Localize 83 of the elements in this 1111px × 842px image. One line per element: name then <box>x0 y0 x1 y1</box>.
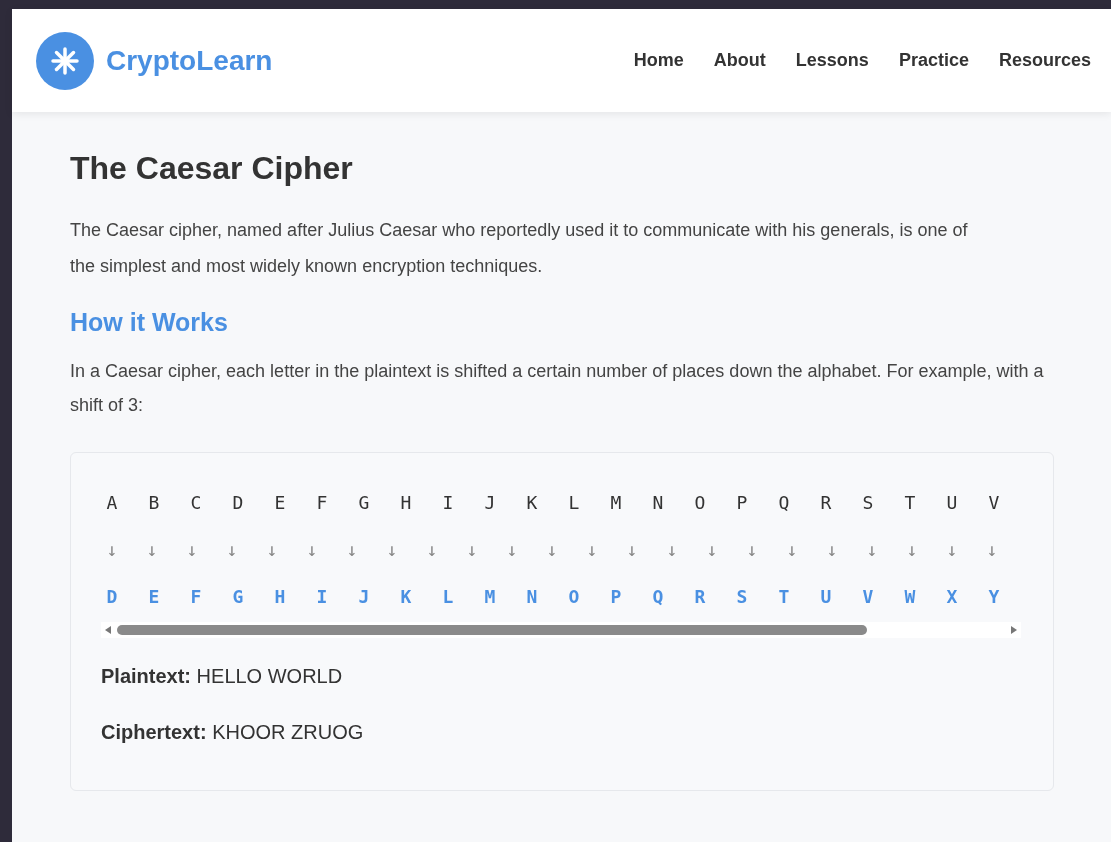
example-line: Ciphertext: KHOOR ZRUOG <box>101 720 365 745</box>
plain-letter: V <box>987 491 1001 515</box>
cipher-letter: L <box>441 585 455 609</box>
arrow-glyph: ↓ <box>585 538 599 562</box>
plain-letter: L <box>567 491 581 515</box>
cipher-letter: V <box>861 585 875 609</box>
asterisk-logo-icon <box>36 31 94 90</box>
page-title: The Caesar Cipher <box>70 149 354 188</box>
nav-link[interactable]: About <box>713 47 766 74</box>
plain-letter: D <box>231 491 245 515</box>
scrollbar-thumb[interactable] <box>117 625 867 635</box>
plain-letter: J <box>483 491 497 515</box>
plain-letter: Q <box>777 491 791 515</box>
plain-letter: F <box>315 491 329 515</box>
plain-letter: T <box>903 491 917 515</box>
arrow-glyph: ↓ <box>105 538 119 562</box>
cipher-letter: I <box>315 585 329 609</box>
cipher-letter: Y <box>987 585 1001 609</box>
plain-letter: I <box>441 491 455 515</box>
cipher-letter: S <box>735 585 749 609</box>
cipher-letter: U <box>819 585 833 609</box>
section-paragraph: In a Caesar cipher, each letter in the plaintext is shifted a certain number of places down the alphabet. For example, with a shift of 3: <box>70 360 1045 417</box>
plain-letter: H <box>399 491 413 515</box>
nav-link[interactable]: Practice <box>898 47 969 74</box>
cipher-letter: N <box>525 585 539 609</box>
arrow-glyph: ↓ <box>225 538 239 562</box>
plain-letter: G <box>357 491 371 515</box>
arrow-glyph: ↓ <box>665 538 679 562</box>
intro-paragraph: The Caesar cipher, named after Julius Caesar who reportedly used it to communicate with his generals, is one of the simplest and most widely known encryption techniques. <box>70 219 969 278</box>
plain-letter: A <box>105 491 119 515</box>
cipher-letter: H <box>273 585 287 609</box>
arrow-glyph: ↓ <box>305 538 319 562</box>
plain-letter: K <box>525 491 539 515</box>
plain-letter: O <box>693 491 707 515</box>
cipher-letter: T <box>777 585 791 609</box>
arrow-glyph: ↓ <box>705 538 719 562</box>
cipher-letter: W <box>903 585 917 609</box>
cipher-letter: G <box>231 585 245 609</box>
cipher-letter: M <box>483 585 497 609</box>
plain-letter: E <box>273 491 287 515</box>
horizontal-scrollbar[interactable] <box>101 622 1021 638</box>
plain-letter: M <box>609 491 623 515</box>
arrow-glyph: ↓ <box>945 538 959 562</box>
nav-link[interactable]: Home <box>633 47 684 74</box>
cipher-letter: R <box>693 585 707 609</box>
arrow-glyph: ↓ <box>825 538 839 562</box>
arrow-glyph: ↓ <box>185 538 199 562</box>
cipher-letter: P <box>609 585 623 609</box>
cipher-letter: J <box>357 585 371 609</box>
arrow-glyph: ↓ <box>985 538 999 562</box>
nav-link[interactable]: Lessons <box>795 47 869 74</box>
arrow-glyph: ↓ <box>905 538 919 562</box>
cipher-letter: D <box>105 585 119 609</box>
cipher-letter: F <box>189 585 203 609</box>
arrow-glyph: ↓ <box>785 538 799 562</box>
scroll-right-icon[interactable] <box>1011 626 1017 634</box>
arrow-glyph: ↓ <box>145 538 159 562</box>
cipher-letter: K <box>399 585 413 609</box>
plain-letter: C <box>189 491 203 515</box>
arrow-glyph: ↓ <box>385 538 399 562</box>
plain-letter: R <box>819 491 833 515</box>
arrow-glyph: ↓ <box>865 538 879 562</box>
section-heading: How it Works <box>70 307 229 338</box>
cipher-letter: O <box>567 585 581 609</box>
arrow-glyph: ↓ <box>265 538 279 562</box>
example-line: Plaintext: HELLO WORLD <box>101 664 344 689</box>
cipher-letter: E <box>147 585 161 609</box>
arrow-glyph: ↓ <box>545 538 559 562</box>
cipher-letter: Q <box>651 585 665 609</box>
plain-letter: N <box>651 491 665 515</box>
arrow-glyph: ↓ <box>745 538 759 562</box>
plain-letter: U <box>945 491 959 515</box>
arrow-glyph: ↓ <box>425 538 439 562</box>
arrow-glyph: ↓ <box>465 538 479 562</box>
arrow-glyph: ↓ <box>505 538 519 562</box>
arrow-glyph: ↓ <box>345 538 359 562</box>
cipher-letter: X <box>945 585 959 609</box>
nav-link[interactable]: Resources <box>998 47 1091 74</box>
plain-letter: P <box>735 491 749 515</box>
plain-letter: B <box>147 491 161 515</box>
arrow-glyph: ↓ <box>625 538 639 562</box>
scroll-left-icon[interactable] <box>105 626 111 634</box>
plain-letter: S <box>861 491 875 515</box>
